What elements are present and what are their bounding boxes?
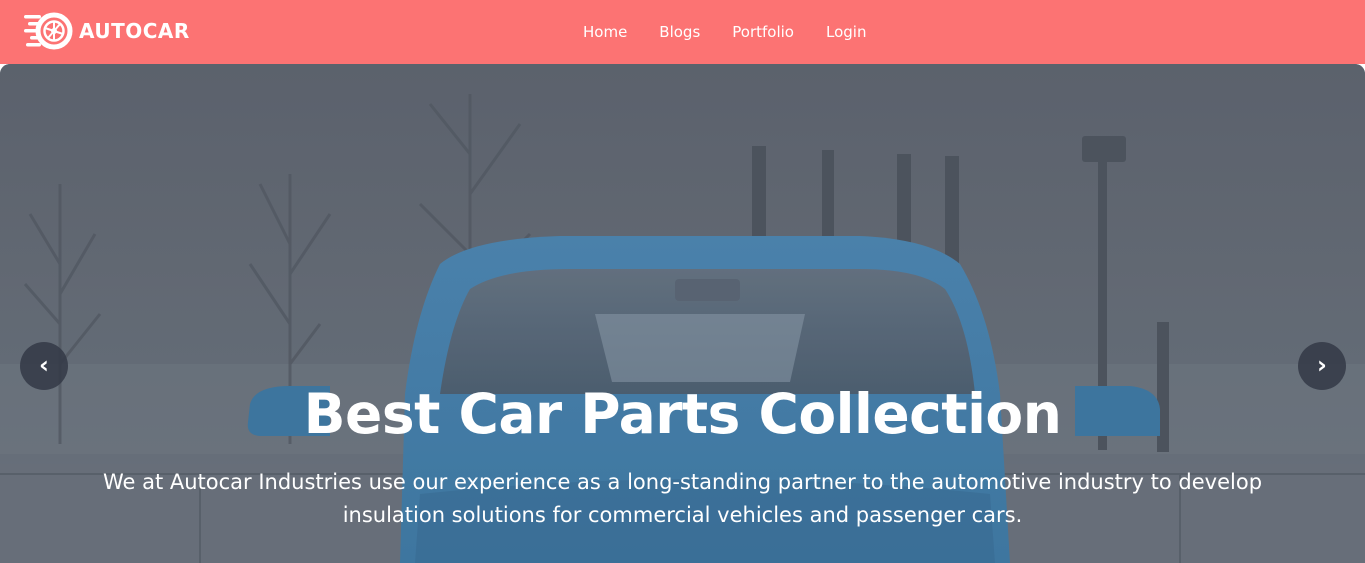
wheel-logo-icon bbox=[24, 12, 73, 50]
carousel-prev-button[interactable]: ‹ bbox=[20, 342, 68, 390]
brand-logo[interactable]: AUTOCAR bbox=[24, 9, 190, 53]
chevron-left-icon: ‹ bbox=[39, 351, 49, 379]
main-nav: Home Blogs Portfolio Login bbox=[567, 0, 882, 64]
hero-title: Best Car Parts Collection bbox=[303, 382, 1062, 446]
nav-login[interactable]: Login bbox=[810, 23, 882, 41]
brand-name: AUTOCAR bbox=[79, 19, 190, 43]
navbar: AUTOCAR Home Blogs Portfolio Login bbox=[0, 0, 1365, 64]
chevron-right-icon: › bbox=[1317, 351, 1327, 379]
hero-carousel: Best Car Parts Collection We at Autocar … bbox=[0, 64, 1365, 563]
nav-home[interactable]: Home bbox=[567, 23, 643, 41]
nav-portfolio[interactable]: Portfolio bbox=[716, 23, 810, 41]
nav-blogs[interactable]: Blogs bbox=[643, 23, 716, 41]
carousel-next-button[interactable]: › bbox=[1298, 342, 1346, 390]
hero-description: We at Autocar Industries use our experie… bbox=[102, 470, 1263, 527]
